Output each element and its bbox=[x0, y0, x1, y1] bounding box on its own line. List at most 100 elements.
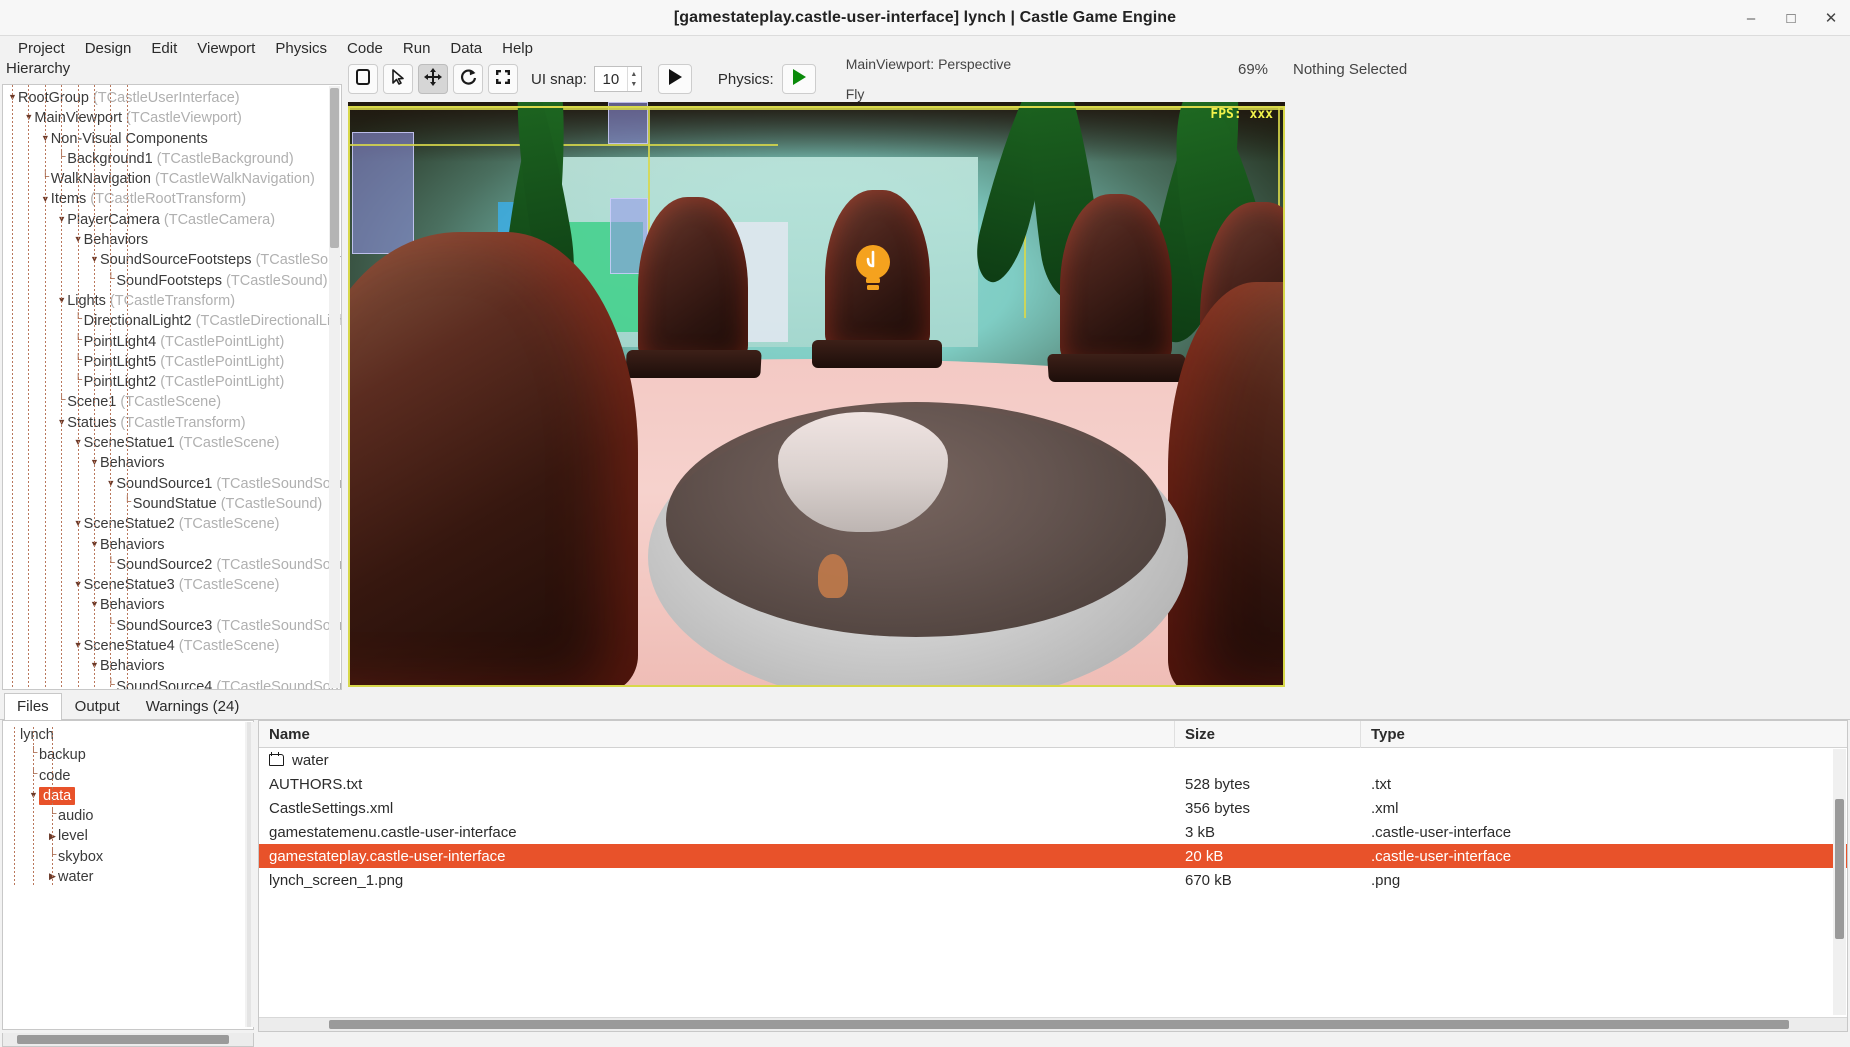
close-button[interactable]: ✕ bbox=[1820, 7, 1842, 29]
hierarchy-row[interactable]: ▼Statues (TCastleTransform) bbox=[3, 413, 341, 433]
files-tree-row[interactable]: ▶level bbox=[3, 826, 253, 846]
run-design-button[interactable] bbox=[657, 64, 692, 94]
menu-item-code[interactable]: Code bbox=[337, 38, 393, 59]
viewport-3d[interactable]: FPS: xxx bbox=[348, 102, 1285, 687]
files-list-row[interactable]: gamestatemenu.castle-user-interface 3 kB.… bbox=[259, 820, 1847, 844]
app-window: [gamestateplay.castle-user-interface] ly… bbox=[0, 0, 1850, 1047]
files-list-vscroll-thumb[interactable] bbox=[1835, 799, 1844, 939]
maximize-button[interactable]: □ bbox=[1780, 7, 1802, 29]
hierarchy-row[interactable]: ▼Behaviors bbox=[3, 453, 341, 473]
menu-item-run[interactable]: Run bbox=[393, 38, 441, 59]
files-panel-splitter[interactable] bbox=[245, 722, 254, 1027]
files-tree-horizontal-scrollbar[interactable] bbox=[2, 1033, 254, 1047]
files-folder-tree[interactable]: lynch └backup└code▼data└audio▶level└skybo… bbox=[3, 721, 253, 887]
files-list-horizontal-scrollbar[interactable] bbox=[259, 1017, 1847, 1031]
hierarchy-row[interactable]: ▼Behaviors bbox=[3, 595, 341, 615]
tree-guide-line bbox=[126, 85, 128, 689]
files-tree-row[interactable]: lynch bbox=[3, 725, 253, 745]
files-list-body[interactable]: water AUTHORS.txt 528 bytes .txt CastleSetti… bbox=[259, 748, 1847, 892]
hierarchy-row[interactable]: ▼SoundSourceFootsteps (TCastleSoundSourc… bbox=[3, 250, 341, 270]
menu-item-project[interactable]: Project bbox=[8, 38, 75, 59]
physics-play-button[interactable] bbox=[781, 64, 816, 94]
menu-item-edit[interactable]: Edit bbox=[141, 38, 187, 59]
hierarchy-row[interactable]: ▼SoundSource1 (TCastleSoundSource) bbox=[3, 474, 341, 494]
files-list-row[interactable]: water bbox=[259, 748, 1847, 772]
hierarchy-row[interactable]: ▼Items (TCastleRootTransform) bbox=[3, 189, 341, 209]
files-column-header-size[interactable]: Size bbox=[1175, 721, 1361, 748]
hierarchy-row[interactable]: ▼PlayerCamera (TCastleCamera) bbox=[3, 210, 341, 230]
hierarchy-row[interactable]: ▼Behaviors bbox=[3, 230, 341, 250]
hierarchy-row-name: Lights bbox=[67, 292, 106, 309]
files-row-type: .xml bbox=[1371, 799, 1399, 817]
hierarchy-row-class: (TCastleScene) bbox=[178, 577, 280, 594]
bottom-tab-bar: Files Output Warnings (24) bbox=[0, 692, 1850, 720]
move-translate-tool-button[interactable] bbox=[418, 64, 448, 94]
hierarchy-row[interactable]: └Background1 (TCastleBackground) bbox=[3, 149, 341, 169]
hierarchy-row[interactable]: ▼SceneStatue2 (TCastleScene) bbox=[3, 514, 341, 534]
bottom-tab-output[interactable]: Output bbox=[62, 693, 133, 720]
files-list-row[interactable]: lynch_screen_1.png 670 kB .png bbox=[259, 868, 1847, 892]
bottom-tab-warnings[interactable]: Warnings (24) bbox=[133, 693, 253, 720]
hierarchy-row[interactable]: └SoundStatue (TCastleSound) bbox=[3, 494, 341, 514]
hierarchy-row[interactable]: └PointLight2 (TCastlePointLight) bbox=[3, 372, 341, 392]
files-tree-row[interactable]: └audio bbox=[3, 806, 253, 826]
hierarchy-row[interactable]: └PointLight5 (TCastlePointLight) bbox=[3, 352, 341, 372]
hierarchy-row[interactable]: └SoundSource4 (TCastleSoundSource) bbox=[3, 677, 341, 689]
hierarchy-row[interactable]: ▼SceneStatue3 (TCastleScene) bbox=[3, 575, 341, 595]
files-tree-row[interactable]: └skybox bbox=[3, 847, 253, 867]
hierarchy-tree[interactable]: ▼RootGroup (TCastleUserInterface)▼MainVi… bbox=[3, 85, 341, 689]
hierarchy-scroll-thumb[interactable] bbox=[330, 88, 339, 248]
viewport-statue-base-1 bbox=[625, 350, 762, 378]
hierarchy-row[interactable]: ▼Behaviors bbox=[3, 535, 341, 555]
files-row-name-cell: gamestateplay.castle-user-interface bbox=[259, 848, 1175, 865]
files-tree-row[interactable]: └backup bbox=[3, 745, 253, 765]
files-list-row[interactable]: AUTHORS.txt 528 bytes .txt bbox=[259, 772, 1847, 796]
hierarchy-row[interactable]: └DirectionalLight2 (TCastleDirectionalLi… bbox=[3, 311, 341, 331]
rotate-tool-button[interactable] bbox=[453, 64, 483, 94]
hierarchy-row[interactable]: └WalkNavigation (TCastleWalkNavigation) bbox=[3, 169, 341, 189]
bottom-tab-files[interactable]: Files bbox=[4, 693, 62, 720]
light-bulb-gizmo-icon[interactable] bbox=[853, 242, 893, 296]
menu-item-design[interactable]: Design bbox=[75, 38, 142, 59]
ui-snap-input[interactable] bbox=[594, 70, 627, 88]
hierarchy-vertical-scrollbar[interactable] bbox=[329, 86, 340, 688]
hierarchy-row[interactable]: └Scene1 (TCastleScene) bbox=[3, 392, 341, 412]
files-list-hscroll-thumb[interactable] bbox=[329, 1020, 1789, 1029]
files-column-header-name[interactable]: Name bbox=[259, 721, 1175, 748]
hierarchy-row[interactable]: └SoundSource3 (TCastleSoundSource) bbox=[3, 616, 341, 636]
ui-snap-spin-arrows[interactable]: ▲ ▼ bbox=[626, 67, 640, 91]
hierarchy-row[interactable]: ▼RootGroup (TCastleUserInterface) bbox=[3, 88, 341, 108]
files-list-row[interactable]: CastleSettings.xml 356 bytes .xml bbox=[259, 796, 1847, 820]
menu-item-physics[interactable]: Physics bbox=[265, 38, 337, 59]
hierarchy-row[interactable]: └PointLight4 (TCastlePointLight) bbox=[3, 332, 341, 352]
hierarchy-row[interactable]: ▼SceneStatue1 (TCastleScene) bbox=[3, 433, 341, 453]
files-column-header-type[interactable]: Type bbox=[1361, 721, 1841, 748]
ui-snap-decrement[interactable]: ▼ bbox=[628, 81, 640, 88]
files-list-row[interactable]: gamestateplay.castle-user-interface 20 kB… bbox=[259, 844, 1847, 868]
files-tree-scroll-thumb[interactable] bbox=[17, 1035, 229, 1044]
menu-item-help[interactable]: Help bbox=[492, 38, 543, 59]
hierarchy-row[interactable]: ▼Behaviors bbox=[3, 656, 341, 676]
viewport-statue-3 bbox=[1060, 194, 1172, 364]
menu-item-data[interactable]: Data bbox=[440, 38, 492, 59]
hierarchy-row[interactable]: └SoundFootsteps (TCastleSound) bbox=[3, 271, 341, 291]
menu-item-viewport[interactable]: Viewport bbox=[187, 38, 265, 59]
hierarchy-row[interactable]: └SoundSource2 (TCastleSoundSource) bbox=[3, 555, 341, 575]
hierarchy-row[interactable]: ▼Non-Visual Components bbox=[3, 129, 341, 149]
files-tree-row[interactable]: ▶water bbox=[3, 867, 253, 887]
files-tree-row[interactable]: └code bbox=[3, 766, 253, 786]
cursor-arrow-tool-button[interactable] bbox=[383, 64, 413, 94]
files-list-vertical-scrollbar[interactable] bbox=[1833, 749, 1846, 1015]
ui-snap-stepper[interactable]: ▲ ▼ bbox=[593, 66, 642, 92]
scale-tool-button[interactable] bbox=[488, 64, 518, 94]
rectangle-select-tool-button[interactable] bbox=[348, 64, 378, 94]
hierarchy-row[interactable]: ▼MainViewport (TCastleViewport) bbox=[3, 108, 341, 128]
hierarchy-row-name: SoundSource1 bbox=[116, 475, 213, 492]
ui-snap-label: UI snap: bbox=[531, 70, 587, 88]
hierarchy-row[interactable]: ▼Lights (TCastleTransform) bbox=[3, 291, 341, 311]
hierarchy-row[interactable]: ▼SceneStatue4 (TCastleScene) bbox=[3, 636, 341, 656]
window-controls: – □ ✕ bbox=[1740, 0, 1842, 36]
ui-snap-increment[interactable]: ▲ bbox=[628, 71, 640, 78]
minimize-button[interactable]: – bbox=[1740, 7, 1762, 29]
files-tree-row[interactable]: ▼data bbox=[3, 786, 253, 806]
